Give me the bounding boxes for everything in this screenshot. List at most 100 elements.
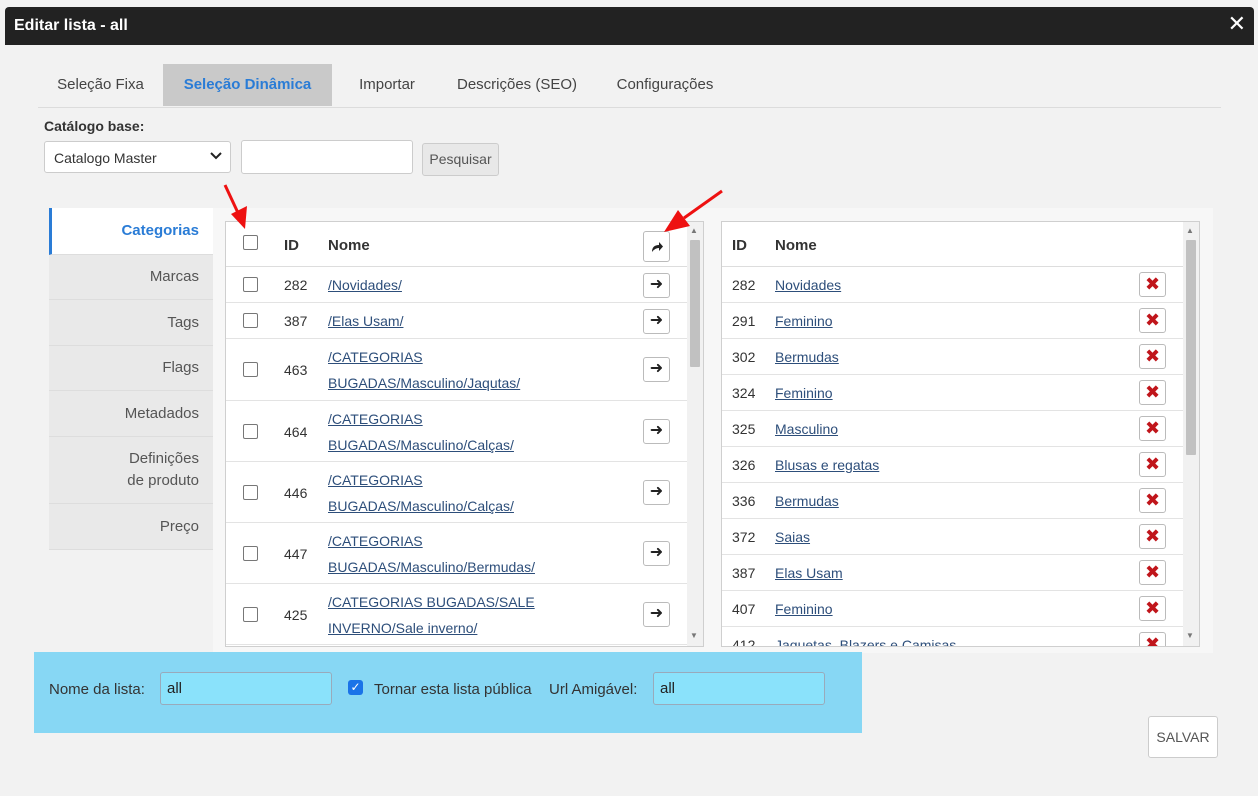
row-id: 446	[284, 485, 308, 501]
row-name-link[interactable]: Novidades	[775, 277, 841, 293]
remove-row-button[interactable]: ✖	[1139, 380, 1166, 405]
row-checkbox[interactable]	[243, 485, 258, 500]
sidenav-item-tags[interactable]: Tags	[49, 300, 213, 346]
row-id: 372	[732, 529, 756, 545]
row-checkbox[interactable]	[243, 313, 258, 328]
sidenav-item-flags[interactable]: Flags	[49, 346, 213, 391]
row-name-link[interactable]: Blusas e regatas	[775, 457, 879, 473]
row-id: 282	[732, 277, 756, 293]
row-checkbox[interactable]	[243, 546, 258, 561]
remove-row-button[interactable]: ✖	[1139, 308, 1166, 333]
add-row-button[interactable]: ➜	[643, 480, 670, 505]
row-name-link[interactable]: Jaquetas, Blazers e Camisas	[775, 637, 956, 646]
row-name-link[interactable]: /Novidades/	[328, 272, 402, 298]
remove-row-button[interactable]: ✖	[1139, 416, 1166, 441]
table-header: ID Nome	[226, 222, 688, 267]
close-icon[interactable]: ✕	[1228, 11, 1246, 37]
remove-row-button[interactable]: ✖	[1139, 632, 1166, 646]
row-checkbox[interactable]	[243, 362, 258, 377]
scroll-up-icon[interactable]: ▲	[1186, 226, 1194, 235]
table-row: 412 Jaquetas, Blazers e Camisas ✖	[722, 627, 1184, 647]
remove-row-button[interactable]: ✖	[1139, 272, 1166, 297]
search-button[interactable]: Pesquisar	[422, 143, 499, 176]
right-panel-scrollbar[interactable]: ▲ ▼	[1183, 222, 1199, 646]
list-name-input[interactable]: all	[160, 672, 332, 705]
column-header-name: Nome	[328, 237, 370, 254]
scroll-down-icon[interactable]: ▼	[1186, 631, 1194, 640]
remove-row-button[interactable]: ✖	[1139, 524, 1166, 549]
row-name-link[interactable]: /CATEGORIAS BUGADAS/Masculino/Calças/	[328, 406, 558, 458]
add-row-button[interactable]: ➜	[643, 357, 670, 382]
row-id: 387	[732, 565, 756, 581]
row-name-link[interactable]: /CATEGORIAS BUGADAS/Masculino/Calças/	[328, 467, 558, 519]
remove-row-button[interactable]: ✖	[1139, 452, 1166, 477]
row-id: 425	[284, 607, 308, 623]
column-header-name: Nome	[775, 237, 817, 254]
tab-importar[interactable]: Importar	[332, 64, 442, 106]
scroll-thumb[interactable]	[1186, 240, 1196, 455]
row-name-link[interactable]: Feminino	[775, 601, 833, 617]
sidenav-item-metadados[interactable]: Metadados	[49, 391, 213, 437]
table-row: 464 /CATEGORIAS BUGADAS/Masculino/Calças…	[226, 401, 688, 462]
add-row-button[interactable]: ➜	[643, 419, 670, 444]
row-checkbox[interactable]	[243, 277, 258, 292]
remove-row-button[interactable]: ✖	[1139, 560, 1166, 585]
add-row-button[interactable]: ➜	[643, 602, 670, 627]
url-label: Url Amigável:	[549, 681, 638, 698]
table-header: ID Nome	[722, 222, 1184, 267]
filter-sidenav: Categorias Marcas Tags Flags Metadados D…	[49, 208, 213, 550]
row-name-link[interactable]: /CATEGORIAS BUGADAS/Masculino/Jaqutas/	[328, 344, 558, 396]
sidenav-item-preco[interactable]: Preço	[49, 504, 213, 550]
catalog-select[interactable]: Catalogo Master	[44, 141, 231, 173]
row-name-link[interactable]: Bermudas	[775, 349, 839, 365]
column-header-id: ID	[732, 237, 747, 254]
save-button[interactable]: SALVAR	[1148, 716, 1218, 758]
row-checkbox[interactable]	[243, 424, 258, 439]
tab-descricoes-seo[interactable]: Descrições (SEO)	[442, 64, 592, 106]
row-name-link[interactable]: Feminino	[775, 313, 833, 329]
column-header-id: ID	[284, 237, 299, 254]
row-name-link[interactable]: Saias	[775, 529, 810, 545]
tab-selecao-dinamica[interactable]: Seleção Dinâmica	[163, 64, 332, 106]
remove-row-button[interactable]: ✖	[1139, 596, 1166, 621]
table-row: 282 /Novidades/ ➜	[226, 267, 688, 303]
row-id: 291	[732, 313, 756, 329]
row-id: 324	[732, 385, 756, 401]
remove-row-button[interactable]: ✖	[1139, 488, 1166, 513]
scroll-up-icon[interactable]: ▲	[690, 226, 698, 235]
row-name-link[interactable]: Masculino	[775, 421, 838, 437]
sidenav-item-categorias[interactable]: Categorias	[49, 208, 213, 255]
remove-row-button[interactable]: ✖	[1139, 344, 1166, 369]
scroll-down-icon[interactable]: ▼	[690, 631, 698, 640]
select-all-checkbox[interactable]	[243, 235, 258, 250]
row-checkbox[interactable]	[243, 607, 258, 622]
row-name-link[interactable]: /CATEGORIAS BUGADAS/Masculino/Bermudas/	[328, 528, 568, 580]
row-name-link[interactable]: Feminino	[775, 385, 833, 401]
row-id: 412	[732, 637, 756, 647]
add-all-button[interactable]	[643, 231, 670, 262]
row-name-link[interactable]: Elas Usam	[775, 565, 843, 581]
public-checkbox[interactable]: ✓	[348, 680, 363, 695]
row-name-link[interactable]: Bermudas	[775, 493, 839, 509]
scroll-thumb[interactable]	[690, 240, 700, 367]
public-label: Tornar esta lista pública	[374, 681, 532, 698]
left-panel-scrollbar[interactable]: ▲ ▼	[687, 222, 703, 646]
tab-configuracoes[interactable]: Configurações	[592, 64, 738, 106]
row-id: 387	[284, 313, 308, 329]
table-row: 387 Elas Usam ✖	[722, 555, 1184, 591]
add-row-button[interactable]: ➜	[643, 309, 670, 334]
row-name-link[interactable]: /Elas Usam/	[328, 308, 403, 334]
table-row: 372 Saias ✖	[722, 519, 1184, 555]
table-row: 302 Bermudas ✖	[722, 339, 1184, 375]
add-row-button[interactable]: ➜	[643, 273, 670, 298]
sidenav-item-marcas[interactable]: Marcas	[49, 255, 213, 300]
tab-selecao-fixa[interactable]: Seleção Fixa	[38, 64, 163, 106]
tab-bar: Seleção Fixa Seleção Dinâmica Importar D…	[38, 64, 1221, 108]
search-input[interactable]	[241, 140, 413, 174]
sidenav-item-definicoes[interactable]: Definições de produto	[49, 437, 213, 504]
add-row-button[interactable]: ➜	[643, 541, 670, 566]
row-name-link[interactable]: /CATEGORIAS BUGADAS/SALE INVERNO/Sale in…	[328, 589, 548, 641]
url-input[interactable]: all	[653, 672, 825, 705]
table-row: 282 Novidades ✖	[722, 267, 1184, 303]
table-row: 447 /CATEGORIAS BUGADAS/Masculino/Bermud…	[226, 523, 688, 584]
